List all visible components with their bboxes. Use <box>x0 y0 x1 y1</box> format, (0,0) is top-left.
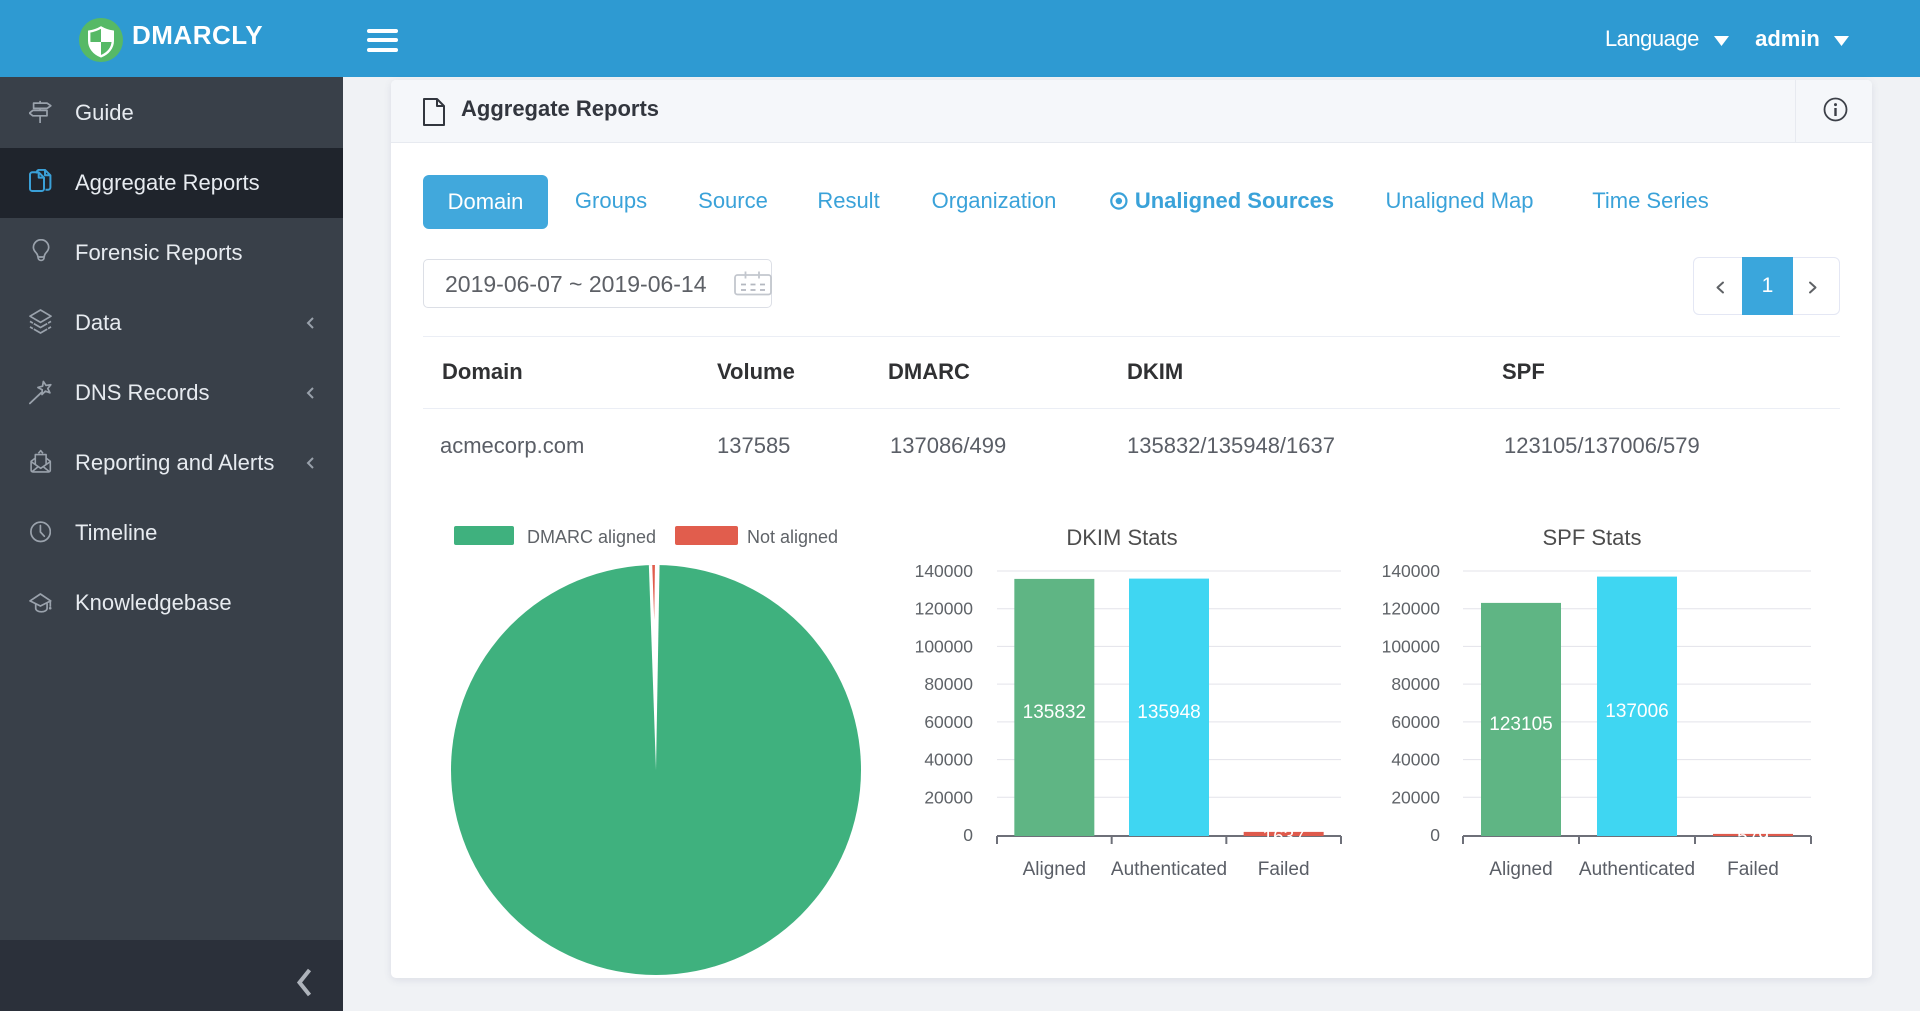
svg-text:DKIM Stats: DKIM Stats <box>1066 525 1177 550</box>
svg-text:40000: 40000 <box>924 750 973 770</box>
svg-text:40000: 40000 <box>1391 750 1440 770</box>
svg-text:Authenticated: Authenticated <box>1579 859 1695 880</box>
svg-text:0: 0 <box>963 825 973 845</box>
svg-text:20000: 20000 <box>924 787 973 807</box>
svg-text:0: 0 <box>1430 825 1440 845</box>
svg-text:140000: 140000 <box>1382 561 1441 581</box>
svg-text:123105: 123105 <box>1489 714 1552 735</box>
svg-text:Aligned: Aligned <box>1023 859 1086 880</box>
svg-text:SPF Stats: SPF Stats <box>1542 525 1641 550</box>
svg-text:Failed: Failed <box>1258 859 1310 880</box>
svg-text:120000: 120000 <box>915 599 974 619</box>
svg-text:120000: 120000 <box>1382 599 1441 619</box>
svg-text:20000: 20000 <box>1391 787 1440 807</box>
svg-text:100000: 100000 <box>915 636 974 656</box>
svg-text:135832: 135832 <box>1023 702 1086 723</box>
svg-text:60000: 60000 <box>924 712 973 732</box>
svg-text:100000: 100000 <box>1382 636 1441 656</box>
svg-text:135948: 135948 <box>1137 702 1200 723</box>
svg-text:80000: 80000 <box>924 674 973 694</box>
svg-text:Aligned: Aligned <box>1489 859 1552 880</box>
svg-text:137006: 137006 <box>1605 701 1668 722</box>
svg-text:140000: 140000 <box>915 561 974 581</box>
svg-text:579: 579 <box>1737 827 1769 848</box>
svg-text:60000: 60000 <box>1391 712 1440 732</box>
svg-text:Authenticated: Authenticated <box>1111 859 1227 880</box>
svg-text:1637: 1637 <box>1263 827 1305 848</box>
svg-text:Failed: Failed <box>1727 859 1779 880</box>
svg-text:80000: 80000 <box>1391 674 1440 694</box>
